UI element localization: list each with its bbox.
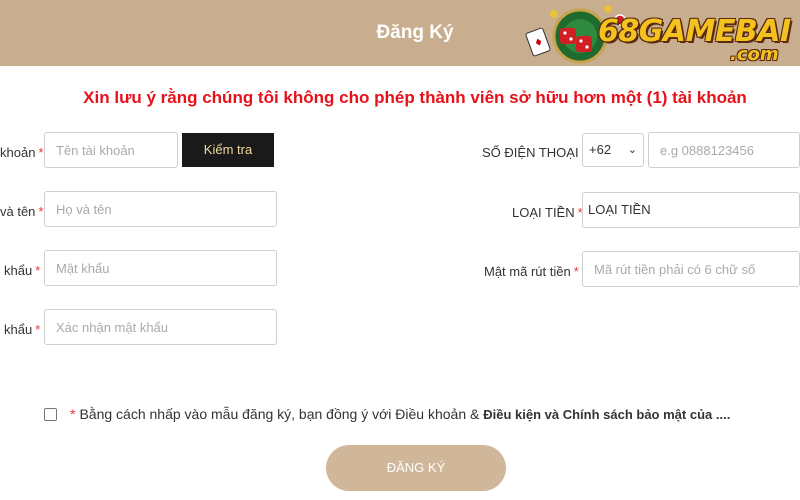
username-label: khoản * bbox=[0, 145, 43, 160]
currency-label-text: LOẠI TIỀN bbox=[512, 205, 575, 220]
terms-required-mark: * bbox=[70, 406, 76, 422]
currency-value: LOẠI TIỀN bbox=[588, 202, 651, 217]
password-input[interactable] bbox=[44, 250, 277, 286]
country-code-select[interactable]: +62 ⌄ bbox=[582, 133, 644, 167]
required-mark: * bbox=[35, 263, 41, 278]
confirm-password-label-text: khẩu bbox=[4, 322, 33, 337]
currency-select[interactable]: LOẠI TIỀN bbox=[582, 192, 800, 228]
terms-text-regular: Bằng cách nhấp vào mẫu đăng ký, bạn đồng… bbox=[79, 406, 484, 422]
fullname-label: và tên * bbox=[0, 204, 43, 219]
logo-domain: .com bbox=[730, 44, 779, 65]
currency-label: LOẠI TIỀN * bbox=[512, 205, 583, 220]
username-input[interactable] bbox=[44, 132, 178, 168]
phone-label-text: SỐ ĐIỆN THOẠI bbox=[482, 145, 579, 160]
password-label: khẩu * bbox=[4, 263, 40, 278]
terms-text: * Bằng cách nhấp vào mẫu đăng ký, bạn đồn… bbox=[70, 406, 730, 422]
withdraw-code-label: Mật mã rút tiền * bbox=[484, 264, 579, 279]
terms-link[interactable]: Điều kiện và Chính sách bảo mật của .... bbox=[483, 407, 730, 422]
account-notice: Xin lưu ý rằng chúng tôi không cho phép … bbox=[83, 88, 747, 107]
register-button[interactable]: ĐĂNG KÝ bbox=[326, 445, 506, 491]
phone-input[interactable] bbox=[648, 132, 800, 168]
phone-label: SỐ ĐIỆN THOẠI* bbox=[482, 145, 587, 160]
country-code-value: +62 bbox=[589, 142, 612, 157]
fullname-label-text: và tên bbox=[0, 204, 36, 219]
password-label-text: khẩu bbox=[4, 263, 33, 278]
required-mark: * bbox=[573, 264, 579, 279]
username-label-text: khoản bbox=[0, 145, 36, 160]
confirm-password-label: khẩu * bbox=[4, 322, 40, 337]
check-username-button[interactable]: Kiểm tra bbox=[182, 133, 274, 167]
confirm-password-input[interactable] bbox=[44, 309, 277, 345]
chevron-down-icon: ⌄ bbox=[627, 144, 637, 156]
withdraw-code-input[interactable] bbox=[582, 251, 800, 287]
required-mark: * bbox=[35, 322, 41, 337]
fullname-input[interactable] bbox=[44, 191, 277, 227]
terms-checkbox[interactable] bbox=[44, 408, 57, 421]
required-mark: * bbox=[38, 204, 44, 219]
withdraw-code-label-text: Mật mã rút tiền bbox=[484, 264, 571, 279]
required-mark: * bbox=[38, 145, 44, 160]
